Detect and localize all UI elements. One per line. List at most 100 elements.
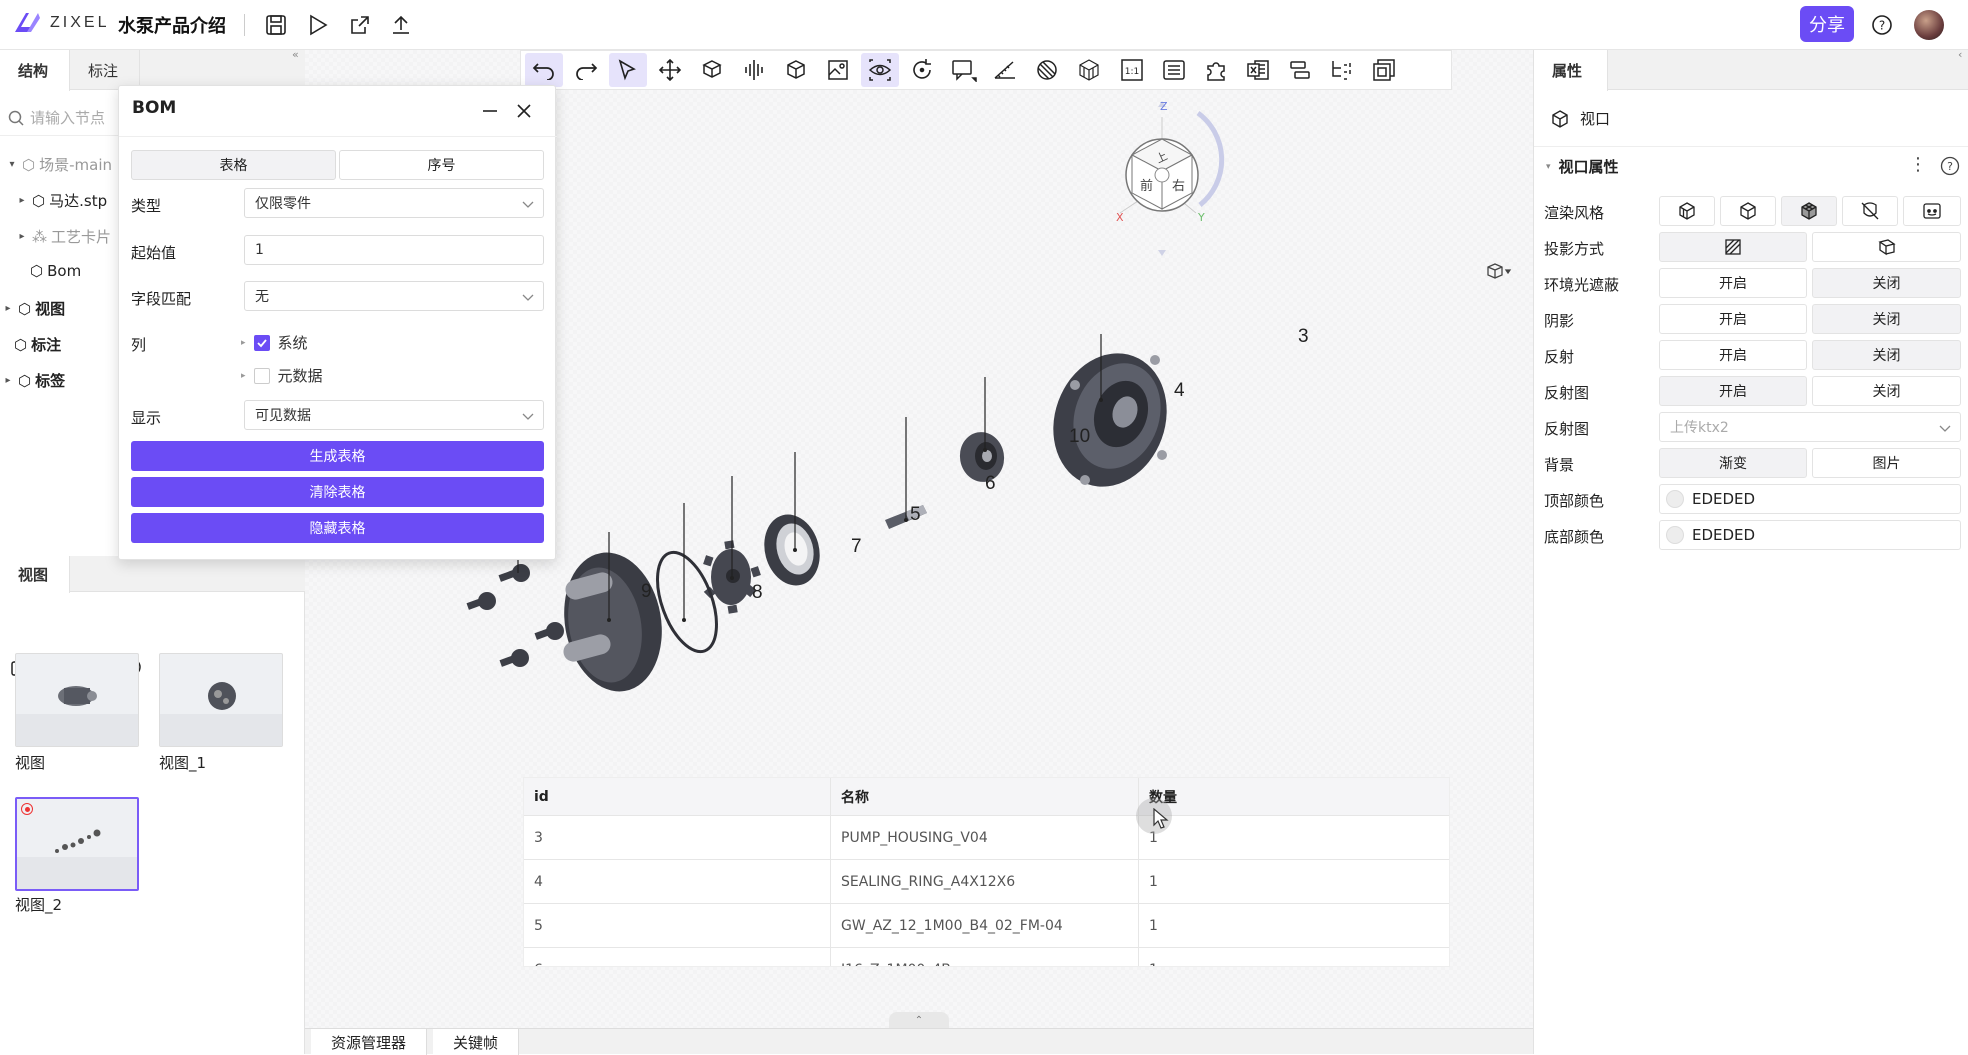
list-icon[interactable]	[1155, 53, 1193, 87]
start-value-input[interactable]: 1	[244, 235, 544, 265]
checkbox-metadata[interactable]	[253, 367, 270, 384]
column-header[interactable]: 名称	[831, 778, 1139, 816]
callout-label[interactable]: 9	[641, 581, 652, 603]
checkbox-system[interactable]	[253, 334, 270, 351]
hide-table-button[interactable]: 隐藏表格	[131, 513, 544, 543]
column-metadata-row[interactable]: ▸ 元数据	[241, 365, 323, 386]
close-icon[interactable]	[515, 102, 533, 120]
redo-icon[interactable]	[567, 53, 605, 87]
help-icon[interactable]: ?	[1868, 11, 1896, 39]
sealing-ring-part[interactable]	[956, 429, 1008, 486]
table-row[interactable]: 6 I16_Z_1M00_4B 1	[524, 948, 1449, 966]
callout-label[interactable]: 5	[910, 504, 921, 526]
logo[interactable]: ZIXEL	[12, 10, 109, 36]
shadow-off-button[interactable]: 关闭	[1812, 304, 1961, 334]
tab-structure[interactable]: 结构	[0, 50, 70, 91]
hierarchy-icon[interactable]	[1323, 53, 1361, 87]
caret-right-icon[interactable]: ▸	[241, 338, 246, 348]
render-hidden-button[interactable]	[1842, 196, 1898, 226]
tree-item-motor[interactable]: ▸ ⬡ 马达.stp	[16, 190, 107, 211]
reflection-map-on-button[interactable]: 开启	[1659, 376, 1807, 406]
drawer-handle-icon[interactable]: ⌃	[889, 1012, 949, 1028]
render-shaded-button[interactable]	[1720, 196, 1776, 226]
inner-gear-ring-part[interactable]	[757, 508, 828, 592]
top-color-picker[interactable]: EDEDED	[1659, 484, 1961, 514]
search-input[interactable]: 请输入节点	[0, 100, 120, 136]
caret-right-icon[interactable]: ▸	[2, 375, 14, 386]
share-button[interactable]: 分享	[1800, 6, 1854, 42]
projection-ortho-button[interactable]	[1812, 232, 1961, 262]
tab-properties[interactable]: 属性	[1534, 50, 1608, 91]
column-system-row[interactable]: ▸ 系统	[241, 332, 308, 353]
image-box-icon[interactable]	[819, 53, 857, 87]
view-thumbnail[interactable]	[15, 653, 139, 747]
ao-on-button[interactable]: 开启	[1659, 268, 1807, 298]
more-icon[interactable]: ⋮	[1909, 154, 1927, 175]
caret-right-icon[interactable]: ▸	[16, 231, 28, 242]
tree-item-tags[interactable]: ▸ ⬡ 标签	[2, 370, 65, 391]
navigation-cube[interactable]: Z X Y 上 前 右	[1100, 95, 1230, 265]
document-title[interactable]: 水泵产品介绍	[118, 12, 226, 38]
export-link-icon[interactable]	[346, 11, 374, 39]
tree-item-scene[interactable]: ▾ ⬡ 场景-main	[6, 154, 112, 175]
callout-label[interactable]: 7	[851, 536, 862, 558]
collapse-icon[interactable]: ‹	[1958, 48, 1962, 61]
tab-serial[interactable]: 序号	[339, 150, 544, 180]
move-icon[interactable]	[651, 53, 689, 87]
tab-resource-manager[interactable]: 资源管理器	[311, 1029, 428, 1055]
avatar[interactable]	[1914, 10, 1944, 40]
section-header[interactable]: ▾ 视口属性	[1546, 156, 1619, 177]
minimize-icon[interactable]	[481, 102, 499, 120]
column-header[interactable]: id	[524, 778, 831, 816]
caret-right-icon[interactable]: ▸	[241, 371, 246, 381]
save-icon[interactable]	[262, 11, 290, 39]
help-icon[interactable]: ?	[1940, 156, 1960, 176]
reflection-map-upload-select[interactable]: 上传ktx2	[1659, 412, 1961, 442]
select-icon[interactable]	[609, 53, 647, 87]
reflection-on-button[interactable]: 开启	[1659, 340, 1807, 370]
screw-parts[interactable]	[466, 564, 564, 667]
tab-annotation[interactable]: 标注	[70, 50, 140, 90]
tree-item-bom[interactable]: ⬡ Bom	[30, 262, 81, 280]
wireframe-icon[interactable]	[1071, 53, 1109, 87]
scale-icon[interactable]: 1:1	[1113, 53, 1151, 87]
plugin-icon[interactable]	[1197, 53, 1235, 87]
generate-table-button[interactable]: 生成表格	[131, 441, 544, 471]
multi-view-icon[interactable]	[1365, 53, 1403, 87]
reflection-off-button[interactable]: 关闭	[1812, 340, 1961, 370]
pump-cover-part[interactable]	[554, 545, 673, 700]
background-image-button[interactable]: 图片	[1812, 448, 1961, 478]
view-thumbnail-selected[interactable]	[15, 797, 139, 891]
table-row[interactable]: 5 GW_AZ_12_1M00_B4_02_FM-04 1	[524, 904, 1449, 948]
callout-label[interactable]: 10	[1069, 426, 1090, 448]
caret-down-icon[interactable]: ▾	[1546, 162, 1551, 172]
render-shaded-edges-button[interactable]	[1659, 196, 1715, 226]
column-header[interactable]: 数量	[1139, 778, 1449, 816]
bottom-color-picker[interactable]: EDEDED	[1659, 520, 1961, 550]
measure-icon[interactable]	[987, 53, 1025, 87]
pump-exploded-model[interactable]	[465, 320, 1365, 830]
caret-down-icon[interactable]: ▾	[6, 159, 18, 170]
play-icon[interactable]	[304, 11, 332, 39]
tree-item-annotations[interactable]: ⬡ 标注	[14, 334, 61, 355]
callout-label[interactable]: 6	[985, 473, 996, 495]
cube-view-icon[interactable]	[777, 53, 815, 87]
tab-views[interactable]: 视图	[0, 556, 70, 593]
render-solid-button[interactable]	[1781, 196, 1837, 226]
view-thumbnail[interactable]	[159, 653, 283, 747]
rotate-icon[interactable]	[903, 53, 941, 87]
caret-right-icon[interactable]: ▸	[16, 195, 28, 206]
tree-item-process-card[interactable]: ▸ ⁂ 工艺卡片	[16, 226, 111, 247]
tree-item-views[interactable]: ▸ ⬡ 视图	[2, 298, 65, 319]
table-row[interactable]: 4 SEALING_RING_A4X12X6 1	[524, 860, 1449, 904]
background-gradient-button[interactable]: 渐变	[1659, 448, 1807, 478]
display-select[interactable]: 可见数据	[244, 400, 544, 430]
align-icon[interactable]	[1281, 53, 1319, 87]
cube-face-front[interactable]: 前	[1140, 178, 1153, 194]
callout-label[interactable]: 4	[1174, 380, 1185, 402]
shadow-on-button[interactable]: 开启	[1659, 304, 1807, 334]
table-row[interactable]: 3 PUMP_HOUSING_V04 1	[524, 816, 1449, 860]
reflection-map-off-button[interactable]: 关闭	[1812, 376, 1961, 406]
callout-label[interactable]: 3	[1298, 326, 1309, 348]
clear-table-button[interactable]: 清除表格	[131, 477, 544, 507]
